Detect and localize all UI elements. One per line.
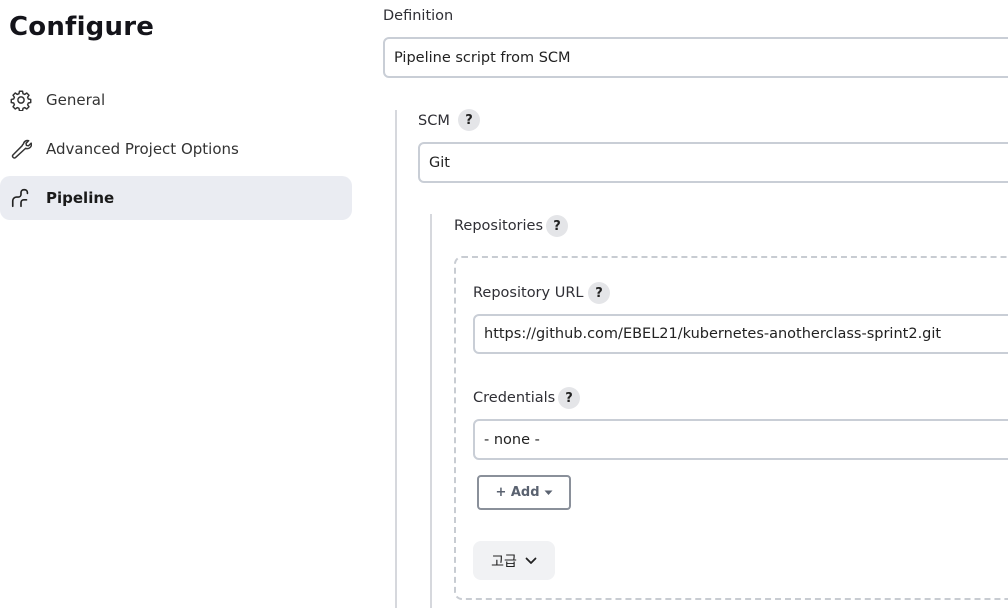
definition-label: Definition	[383, 8, 454, 24]
repositories-help-button[interactable]: ?	[546, 215, 568, 237]
chevron-down-icon	[525, 557, 537, 564]
sidebar-item-pipeline[interactable]: Pipeline	[0, 176, 352, 220]
page-title: Configure	[9, 12, 155, 42]
credentials-value: - none -	[484, 431, 540, 448]
add-button-label: + Add	[495, 485, 540, 500]
scm-select[interactable]: Git	[418, 142, 1008, 183]
repository-url-input[interactable]: https://github.com/EBEL21/kubernetes-ano…	[473, 314, 1008, 354]
wrench-icon	[11, 139, 32, 159]
caret-down-icon	[544, 490, 553, 495]
repository-url-label: Repository URL	[473, 285, 584, 301]
scm-help-button[interactable]: ?	[458, 109, 480, 131]
credentials-label: Credentials	[473, 390, 556, 406]
repositories-label: Repositories	[454, 218, 544, 234]
repository-url-value: https://github.com/EBEL21/kubernetes-ano…	[484, 326, 942, 342]
scm-section-line	[395, 110, 397, 608]
sidebar-item-label: Advanced Project Options	[46, 140, 239, 158]
credentials-select[interactable]: - none -	[473, 419, 1008, 460]
sidebar-item-label: General	[46, 91, 106, 109]
pipeline-icon	[11, 188, 29, 208]
scm-value: Git	[429, 154, 450, 171]
credentials-help-button[interactable]: ?	[558, 387, 580, 409]
definition-value: Pipeline script from SCM	[394, 49, 571, 66]
add-credentials-button[interactable]: + Add	[477, 475, 571, 510]
advanced-button-label: 고급	[491, 553, 517, 570]
sidebar-item-advanced-project-options[interactable]: Advanced Project Options	[0, 127, 352, 171]
repository-url-help-button[interactable]: ?	[588, 282, 610, 304]
gear-icon	[10, 90, 32, 111]
sidebar-item-label: Pipeline	[46, 189, 115, 207]
advanced-button[interactable]: 고급	[473, 541, 555, 580]
definition-select[interactable]: Pipeline script from SCM	[383, 37, 1008, 78]
scm-label: SCM	[418, 113, 450, 129]
repositories-section-line	[430, 214, 432, 608]
sidebar-item-general[interactable]: General	[0, 78, 352, 122]
